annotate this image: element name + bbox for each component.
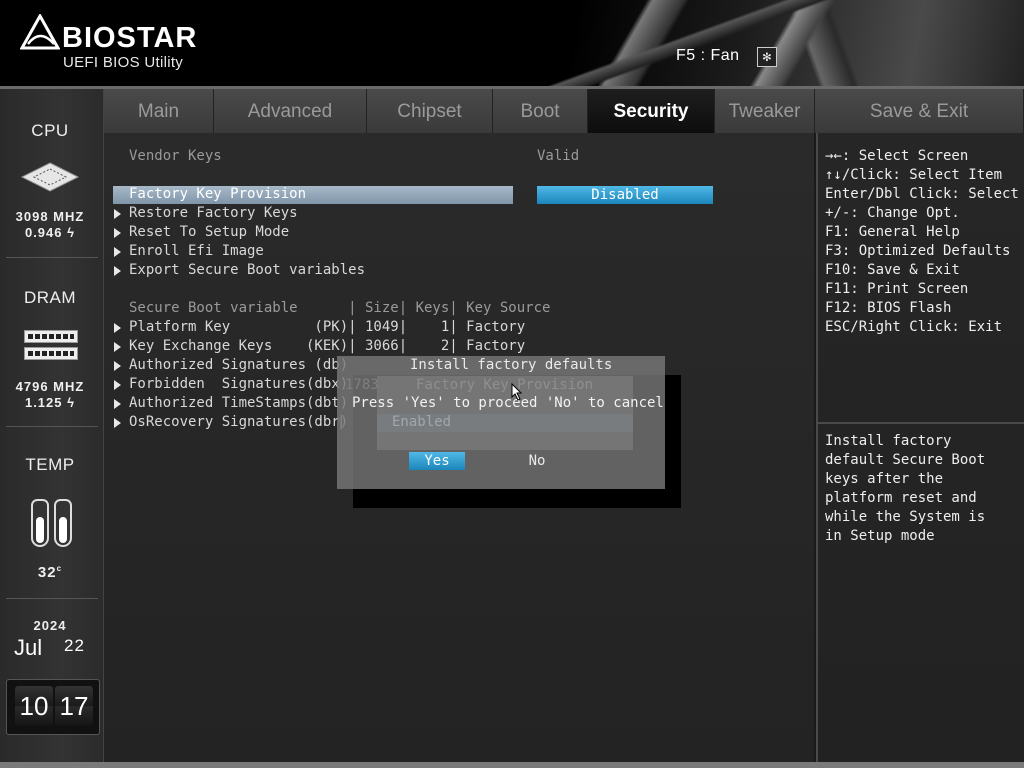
help-key-print-screen: F11: Print Screen: [825, 281, 969, 297]
help-key-select-item: ↑↓/Click: Select Item: [825, 167, 1003, 183]
submenu-arrow-icon: [114, 342, 121, 352]
dram-voltage: 1.125 ϟ: [24, 395, 76, 410]
sidebar-separator: [6, 257, 98, 258]
help-key-optimized-defaults: F3: Optimized Defaults: [825, 243, 1011, 259]
table-row-key-exchange-keys[interactable]: Key Exchange Keys (KEK)| 3066| 2| Factor…: [129, 337, 525, 356]
tab-chipset[interactable]: Chipset: [367, 89, 493, 133]
help-key-select-screen: →←: Select Screen: [825, 148, 969, 164]
help-description-line: platform reset and: [825, 490, 977, 506]
submenu-arrow-icon: [114, 228, 121, 238]
help-key-general-help: F1: General Help: [825, 224, 960, 240]
help-key-change-opt: +/-: Change Opt.: [825, 205, 960, 221]
help-key-exit: ESC/Right Click: Exit: [825, 319, 1003, 335]
table-header: Secure Boot variable | Size| Keys| Key S…: [129, 300, 551, 316]
tab-save-exit[interactable]: Save & Exit: [815, 89, 1024, 133]
bottom-bar: [0, 762, 1024, 768]
submenu-arrow-icon: [114, 399, 121, 409]
submenu-arrow-icon: [114, 247, 121, 257]
lightning-icon: ϟ: [67, 395, 76, 410]
factory-key-provision-value[interactable]: Disabled: [537, 186, 713, 204]
date-day: 22: [64, 636, 85, 655]
clock-minute: 17: [55, 686, 93, 726]
vendor-keys-value: Valid: [537, 148, 580, 164]
tab-tweaker[interactable]: Tweaker: [715, 89, 815, 133]
table-row-platform-key[interactable]: Platform Key (PK)| 1049| 1| Factory: [129, 318, 525, 337]
table-row-forbidden-signatures[interactable]: Forbidden Signatures(dbx): [129, 375, 348, 394]
background-size-value: 1783: [345, 377, 379, 393]
fan-hotkey-hint[interactable]: F5 : Fan: [676, 47, 740, 65]
cpu-chip-icon: [20, 162, 80, 192]
dram-frequency: 4796 MHZ: [15, 379, 85, 394]
help-key-bios-flash: F12: BIOS Flash: [825, 300, 952, 316]
submenu-arrow-icon: [114, 323, 121, 333]
help-description-line: keys after the: [825, 471, 944, 487]
vendor-keys-label: Vendor Keys: [129, 148, 222, 164]
no-button[interactable]: No: [520, 452, 554, 470]
biostar-logo: BIOSTAR UEFI BIOS Utility: [19, 12, 196, 71]
dialog-title: Install factory defaults: [410, 357, 613, 373]
menu-item-enroll-efi-image[interactable]: Enroll Efi Image: [129, 242, 264, 261]
submenu-arrow-icon: [114, 380, 121, 390]
table-row-osrecovery-signatures[interactable]: OsRecovery Signatures(dbr): [129, 413, 348, 432]
sidebar-separator: [6, 598, 98, 599]
cpu-voltage: 0.946 ϟ: [24, 225, 76, 240]
help-description-line: in Setup mode: [825, 528, 935, 544]
main-tabs: Main Advanced Chipset Boot Security Twea…: [104, 89, 1024, 133]
temp-label: TEMP: [25, 455, 75, 474]
submenu-arrow-icon: [114, 266, 121, 276]
date-year: 2024: [33, 618, 67, 633]
date-month: Jul: [14, 635, 43, 660]
tab-advanced[interactable]: Advanced: [214, 89, 367, 133]
biostar-logo-icon: [19, 12, 61, 50]
bios-subtitle: UEFI BIOS Utility: [63, 54, 184, 71]
submenu-arrow-icon: [114, 418, 121, 428]
tab-boot[interactable]: Boot: [493, 89, 588, 133]
dialog-message: Press 'Yes' to proceed 'No' to cancel: [352, 395, 664, 411]
menu-item-restore-factory-keys[interactable]: Restore Factory Keys: [129, 204, 298, 223]
cpu-label: CPU: [31, 121, 69, 140]
tab-security[interactable]: Security: [588, 89, 715, 133]
background-dialog-option: Enabled: [392, 414, 452, 430]
help-panel-divider: [818, 422, 1024, 424]
factory-key-provision-item[interactable]: Factory Key Provision: [129, 185, 306, 204]
table-row-authorized-timestamps[interactable]: Authorized TimeStamps(dbt): [129, 394, 348, 413]
header-artwork: [464, 0, 1024, 86]
background-dialog-title: Factory Key Provision: [416, 377, 594, 393]
fan-icon[interactable]: ✻: [757, 47, 777, 67]
table-row-authorized-signatures[interactable]: Authorized Signatures (db): [129, 356, 348, 375]
help-description-line: while the System is: [825, 509, 986, 525]
clock-hour: 10: [15, 686, 53, 726]
help-description-line: Install factory: [825, 433, 952, 449]
sidebar-separator: [6, 426, 98, 427]
logo-text: BIOSTAR: [62, 22, 198, 54]
tab-main[interactable]: Main: [104, 89, 214, 133]
cpu-frequency: 3098 MHZ: [15, 209, 85, 224]
menu-item-export-secure-boot-variables[interactable]: Export Secure Boot variables: [129, 261, 365, 280]
submenu-arrow-icon: [114, 361, 121, 371]
header: BIOSTAR UEFI BIOS Utility F5 : Fan ✻: [0, 0, 1024, 86]
menu-item-reset-to-setup-mode[interactable]: Reset To Setup Mode: [129, 223, 289, 242]
submenu-arrow-icon: [114, 209, 121, 219]
dram-label: DRAM: [23, 288, 77, 307]
status-sidebar: CPU 3098 MHZ 0.946 ϟ DRAM 4796 MHZ 1.125…: [0, 89, 104, 768]
clock: 10 17: [6, 679, 100, 735]
help-description-line: default Secure Boot: [825, 452, 986, 468]
help-key-save-exit: F10: Save & Exit: [825, 262, 960, 278]
lightning-icon: ϟ: [67, 225, 76, 240]
help-key-select: Enter/Dbl Click: Select: [825, 186, 1019, 202]
yes-button[interactable]: Yes: [409, 452, 465, 470]
temperature-value: 32c: [37, 564, 63, 581]
